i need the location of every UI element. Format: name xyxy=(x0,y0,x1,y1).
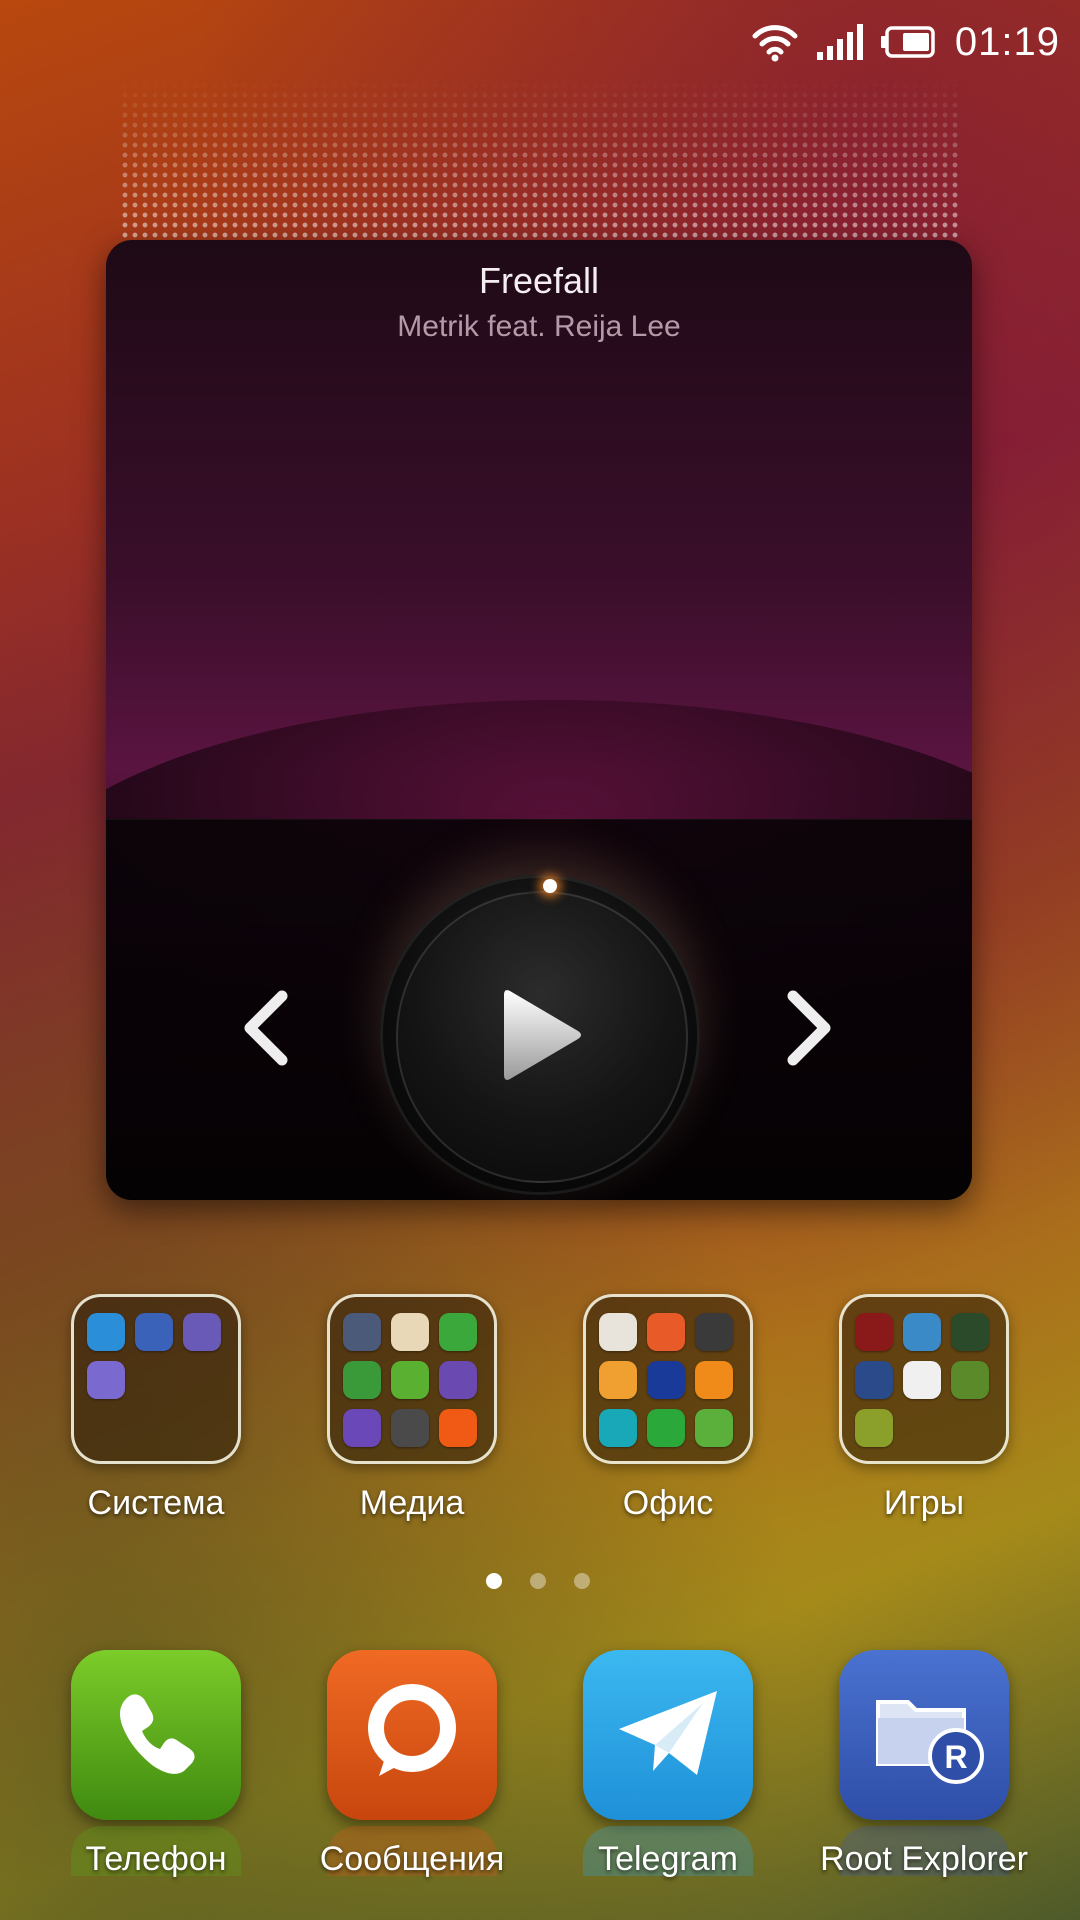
page-dot-1[interactable] xyxy=(486,1573,502,1589)
page-dot-3[interactable] xyxy=(574,1573,590,1589)
folder-label: Медиа xyxy=(359,1484,465,1522)
folder-2[interactable] xyxy=(327,1294,497,1464)
wings-icon xyxy=(87,1361,125,1399)
soundcloud-icon xyxy=(439,1409,477,1447)
telegram-icon xyxy=(613,1683,723,1788)
sliders-icon xyxy=(183,1313,221,1351)
previous-button[interactable] xyxy=(230,985,300,1075)
robot-ball-icon xyxy=(903,1313,941,1351)
page-indicator xyxy=(486,1573,590,1589)
transfer-icon xyxy=(391,1409,429,1447)
telegram-app[interactable] xyxy=(583,1650,753,1820)
equalizer-visualizer xyxy=(120,80,960,240)
equals-icon xyxy=(647,1313,685,1351)
folder-3[interactable] xyxy=(583,1294,753,1464)
svg-text:R: R xyxy=(944,1739,967,1775)
pirate-icon xyxy=(855,1361,893,1399)
root-explorer-icon: R xyxy=(864,1678,984,1793)
next-button[interactable] xyxy=(775,985,845,1075)
app-label: Telegram xyxy=(598,1840,738,1878)
ufo-icon xyxy=(343,1409,381,1447)
folder-label: Система xyxy=(87,1484,225,1522)
signal-icon xyxy=(816,24,863,60)
gear-icon xyxy=(135,1313,173,1351)
z-icon xyxy=(391,1361,429,1399)
bike-icon xyxy=(951,1361,989,1399)
root-explorer-app[interactable]: R xyxy=(839,1650,1009,1820)
song-title: Freefall xyxy=(478,260,600,301)
folder-label: Игры xyxy=(883,1484,965,1522)
audio-icon xyxy=(439,1361,477,1399)
frog-icon xyxy=(951,1313,989,1351)
flashlight-icon xyxy=(647,1361,685,1399)
folder-4[interactable] xyxy=(839,1294,1009,1464)
soldier-icon xyxy=(855,1409,893,1447)
2gis-icon xyxy=(695,1409,733,1447)
app-label: Телефон xyxy=(85,1840,227,1878)
compass-icon xyxy=(599,1313,637,1351)
status-bar: 01:19 xyxy=(751,14,1060,70)
wifi-icon xyxy=(751,22,799,62)
cloud-icon xyxy=(87,1313,125,1351)
cassette-icon xyxy=(343,1313,381,1351)
utorrent-icon xyxy=(343,1361,381,1399)
previous-icon xyxy=(238,988,292,1073)
calendar-icon xyxy=(391,1313,429,1351)
app-label: Сообщения xyxy=(319,1840,505,1878)
zombie-game-icon xyxy=(903,1361,941,1399)
phone-frame-icon xyxy=(695,1361,733,1399)
drop-icon xyxy=(695,1313,733,1351)
note-icon xyxy=(599,1361,637,1399)
song-artist: Metrik feat. Reija Lee xyxy=(397,310,681,343)
phone-app[interactable] xyxy=(71,1650,241,1820)
message-icon xyxy=(357,1678,467,1793)
folder-label: Офис xyxy=(622,1484,714,1522)
hangouts-icon xyxy=(647,1409,685,1447)
phone-icon xyxy=(106,1683,206,1788)
play-icon xyxy=(500,985,584,1090)
app-label: Root Explorer xyxy=(820,1840,1028,1878)
play-button[interactable] xyxy=(396,891,688,1183)
messages-app[interactable] xyxy=(327,1650,497,1820)
clock: 01:19 xyxy=(954,19,1060,64)
progress-indicator[interactable] xyxy=(543,879,557,893)
battery-icon xyxy=(880,26,937,58)
folder-1[interactable] xyxy=(71,1294,241,1464)
next-icon xyxy=(783,988,837,1073)
page-dot-2[interactable] xyxy=(530,1573,546,1589)
download-icon xyxy=(439,1313,477,1351)
box-icon xyxy=(599,1409,637,1447)
racing-game-icon xyxy=(855,1313,893,1351)
